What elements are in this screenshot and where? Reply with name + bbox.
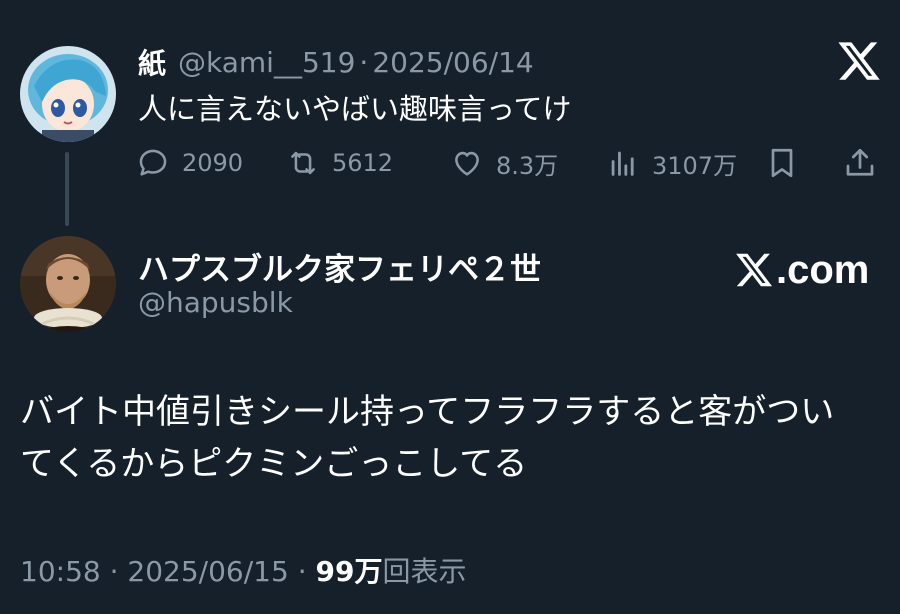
x-com-text: .com — [776, 247, 870, 292]
meta-separator: · — [109, 555, 119, 588]
retweet-icon — [291, 151, 315, 175]
reply-button[interactable]: 2090 — [136, 144, 243, 182]
x-logo-icon — [836, 38, 882, 84]
like-count: 8.3万 — [496, 151, 559, 180]
reply-icon — [139, 149, 167, 176]
parent-tweet-text: 人に言えないやばい趣味言ってけ — [138, 92, 572, 126]
parent-date[interactable]: 2025/06/14 — [372, 46, 533, 79]
parent-display-name[interactable]: 紙 — [138, 42, 166, 82]
bookmark-button[interactable] — [764, 145, 800, 181]
views-icon — [611, 151, 634, 176]
main-tweet-line: バイト中値引きシール持ってフラフラすると客がつい — [20, 392, 835, 432]
retweet-count: 5612 — [332, 149, 394, 177]
reply-count: 2090 — [182, 149, 244, 177]
bookmark-icon — [771, 148, 793, 178]
parent-avatar[interactable] — [20, 46, 116, 142]
parent-separator: · — [359, 45, 369, 79]
main-avatar[interactable] — [20, 236, 116, 332]
post-time[interactable]: 10:58 — [20, 555, 101, 588]
share-icon — [846, 148, 874, 176]
main-handle[interactable]: @hapusblk — [138, 286, 293, 319]
parent-tweet-header: 紙 @kami__519 · 2025/06/14 — [138, 42, 534, 82]
parent-handle[interactable]: @kami__519 — [178, 46, 355, 79]
x-com-watermark: .com — [734, 248, 869, 292]
thread-connector-line — [65, 152, 69, 226]
like-icon — [455, 151, 479, 176]
like-button[interactable]: 8.3万 — [450, 144, 558, 182]
main-tweet-line: てくるからピクミンごっこしてる — [20, 444, 528, 484]
retweet-button[interactable]: 5612 — [286, 144, 393, 182]
meta-separator: · — [297, 555, 307, 588]
views-button[interactable]: 3107万 — [606, 144, 737, 182]
share-button[interactable] — [842, 145, 878, 181]
view-label: 回表示 — [382, 555, 467, 588]
post-date[interactable]: 2025/06/15 — [127, 555, 288, 588]
main-tweet-meta: 10:58 · 2025/06/15 · 99万回表示 — [20, 550, 467, 590]
main-display-name[interactable]: ハプスブルク家フェリペ２世 — [138, 244, 541, 289]
x-logo-icon — [736, 253, 773, 287]
main-tweet-text: バイト中値引きシール持ってフラフラすると客がつい てくるからピクミンごっこしてる — [20, 386, 890, 490]
view-count: 99万 — [315, 555, 383, 588]
views-count: 3107万 — [652, 151, 738, 180]
